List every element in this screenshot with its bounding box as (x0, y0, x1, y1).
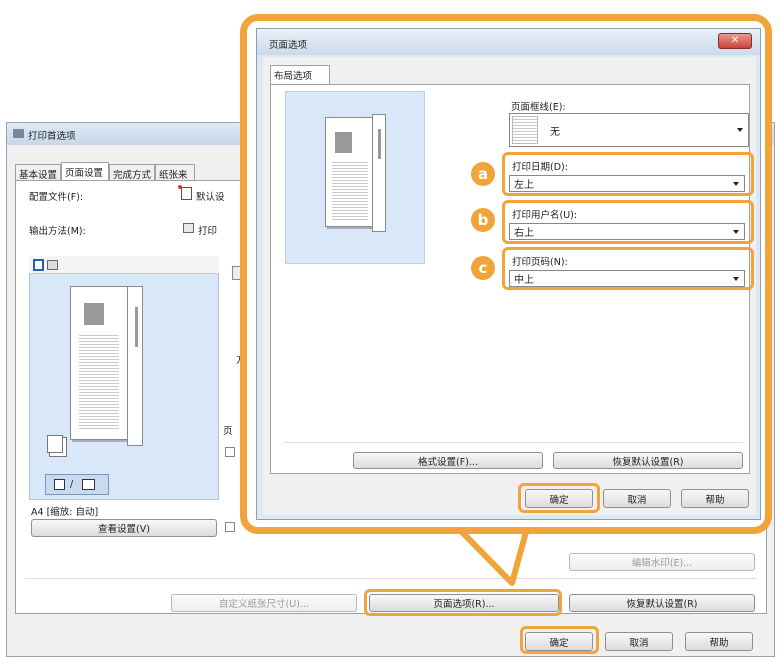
print-preferences-title: 打印首选项 (28, 131, 76, 142)
close-icon[interactable]: ✕ (718, 33, 752, 49)
printer-view-icon[interactable] (47, 260, 58, 270)
output-method-value[interactable]: 打印 (198, 223, 217, 237)
front-preview-image (335, 132, 352, 153)
page-border-label: 页面框线(E): (511, 102, 566, 113)
print-icon (183, 223, 194, 233)
page-border-select[interactable]: 无 (509, 113, 749, 147)
tab-paper-source[interactable]: 纸张来 (155, 164, 195, 180)
profile-icon (181, 187, 192, 200)
format-settings-button[interactable]: 格式设置(F)... (353, 452, 543, 469)
copies-icon (47, 435, 63, 453)
profile-marker (178, 185, 182, 189)
badge-c: c (471, 256, 495, 280)
view-settings-button[interactable]: 查看设置(V) (31, 519, 217, 537)
tab-finishing[interactable]: 完成方式 (109, 164, 155, 180)
front-cancel-button[interactable]: 取消 (603, 489, 671, 508)
page-options-title: 页面选项 (269, 40, 308, 51)
tab-layout-options[interactable]: 布局选项 (270, 65, 330, 85)
partial-text-1: 页 (223, 426, 233, 437)
profile-label: 配置文件(F): (29, 192, 84, 203)
layout-separator: / (70, 479, 74, 490)
page-border-swatch (512, 116, 538, 144)
back-ok-highlight (520, 626, 599, 654)
badge-b: b (471, 208, 495, 232)
front-preview-lines (332, 160, 368, 220)
back-preview-page (70, 286, 134, 440)
tab-page-settings[interactable]: 页面设置 (61, 162, 109, 180)
restore-defaults-button[interactable]: 恢复默认设置(R) (569, 594, 755, 612)
back-preview-fold (127, 286, 143, 446)
front-preview-page (325, 117, 376, 227)
single-page-view-icon[interactable] (33, 259, 44, 271)
printer-icon (13, 129, 24, 138)
front-help-button[interactable]: 帮助 (681, 489, 749, 508)
back-cancel-button[interactable]: 取消 (605, 632, 673, 651)
page-options-titlebar: 页面选项 ✕ (257, 29, 760, 55)
preview-image-block (84, 303, 104, 325)
print-page-number-highlight (502, 247, 754, 290)
profile-value[interactable]: 默认设 (196, 189, 225, 203)
page-options-highlight (364, 589, 562, 616)
paper-info-text: A4 [缩放: 自动] (31, 507, 99, 518)
output-method-label: 输出方法(M): (29, 226, 86, 237)
front-preview-fold (372, 114, 386, 232)
layout-toggle-button[interactable]: / (45, 474, 109, 495)
preview-text-lines (79, 333, 119, 429)
front-divider (285, 442, 743, 443)
partial-checkbox-1[interactable] (225, 447, 235, 457)
print-user-highlight (502, 200, 754, 244)
edit-watermark-button[interactable]: 编辑水印(E)... (569, 553, 755, 571)
restore-defaults-front-button[interactable]: 恢复默认设置(R) (553, 452, 743, 469)
bottom-divider (25, 578, 757, 579)
page-border-value: 无 (550, 126, 560, 138)
custom-paper-size-button[interactable]: 自定义纸张尺寸(U)... (171, 594, 357, 612)
tab-basic-settings[interactable]: 基本设置 (15, 164, 61, 180)
back-help-button[interactable]: 帮助 (685, 632, 753, 651)
partial-checkbox-2[interactable] (225, 522, 235, 532)
front-ok-highlight (518, 483, 600, 513)
back-tab-row: 基本设置 页面设置 完成方式 纸张来 (15, 162, 255, 181)
layout-alt-icon (82, 479, 95, 490)
print-date-highlight (502, 152, 754, 196)
layout-icon (54, 479, 65, 490)
badge-a: a (471, 162, 495, 186)
